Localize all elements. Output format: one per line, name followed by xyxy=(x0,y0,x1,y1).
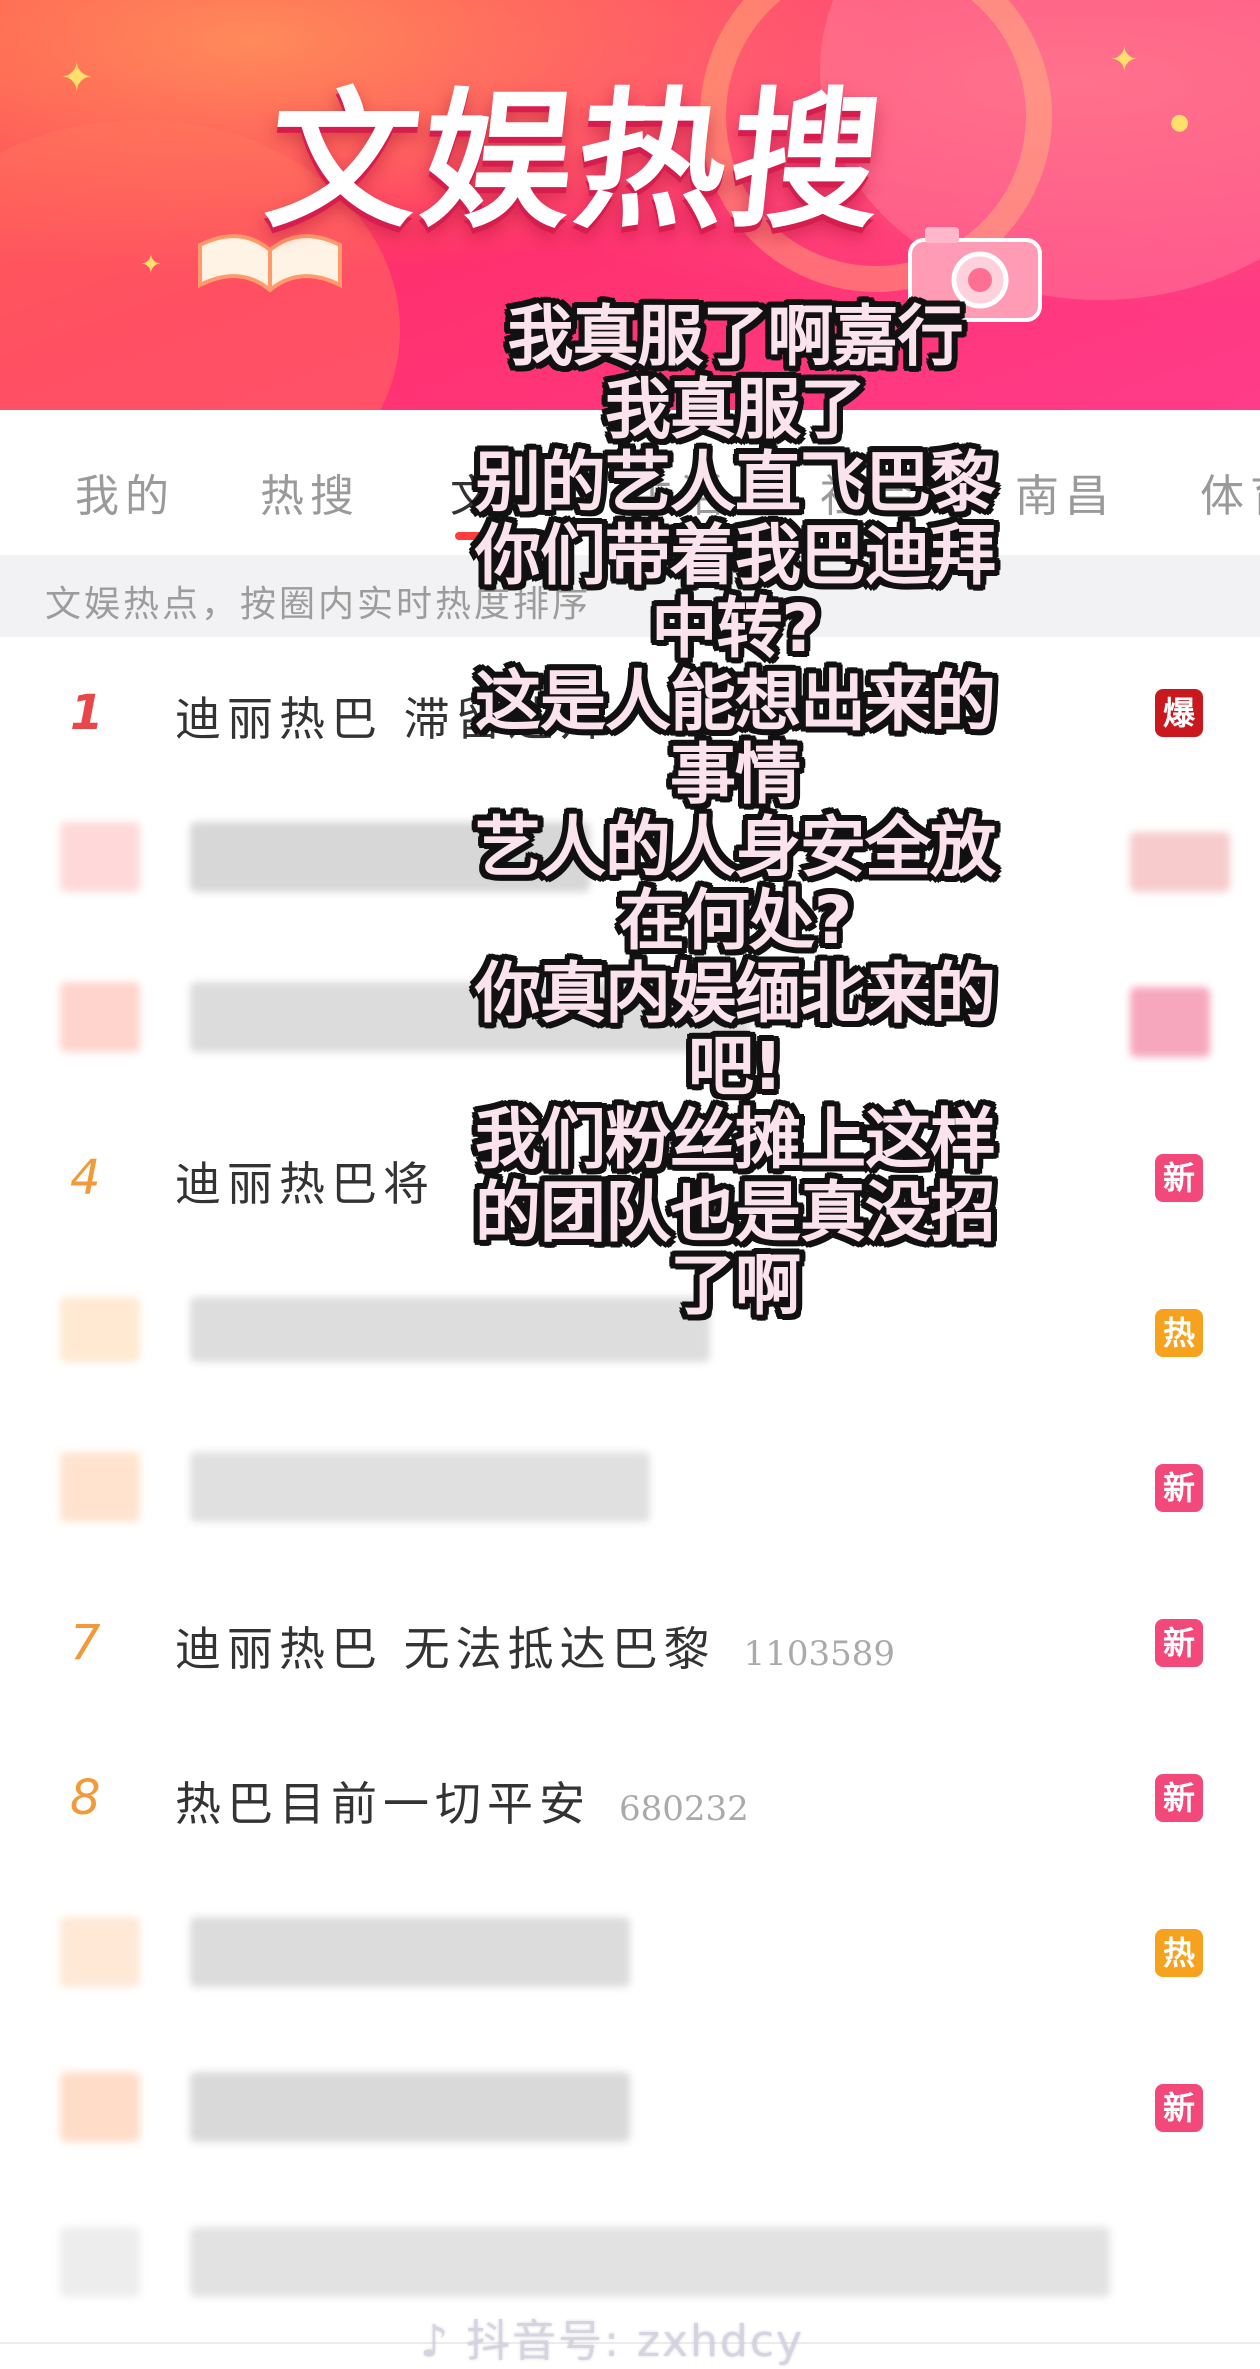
tiktok-logo-icon: ♪ xyxy=(420,2316,467,2367)
blurred-content xyxy=(1130,832,1230,892)
tab-mine[interactable]: 我的 xyxy=(75,460,175,524)
heat-count: 1103589 xyxy=(743,1634,896,1674)
new-badge: 新 xyxy=(1155,1619,1203,1667)
rank-number: 4 xyxy=(70,1150,101,1206)
caption-line: 这是人能想出来的 xyxy=(475,663,996,740)
caption-line: 别的艺人直飞巴黎 xyxy=(475,444,996,521)
tab-sports[interactable]: 体育 xyxy=(1200,460,1260,524)
banner-title: 文娱热搜 xyxy=(259,75,894,249)
caption-line: 我真服了啊嘉行 xyxy=(507,298,964,375)
blurred-content xyxy=(190,2072,630,2142)
blurred-content xyxy=(60,982,140,1052)
rank-number: 1 xyxy=(70,685,104,741)
caption-line: 我真服了 xyxy=(605,371,866,448)
hot-badge: 热 xyxy=(1155,1309,1203,1357)
blurred-content xyxy=(190,1452,650,1522)
blurred-content xyxy=(60,2227,140,2297)
blurred-content xyxy=(60,822,140,892)
list-item[interactable]: 热 xyxy=(0,1877,1260,2034)
list-item[interactable]: 7 迪丽热巴 无法抵达巴黎 1103589 新 xyxy=(0,1567,1260,1724)
caption-line: 在何处? xyxy=(618,882,852,959)
caption-line: 的团队也是真没招 xyxy=(475,1174,996,1251)
caption-line: 你们带着我巴迪拜 xyxy=(475,517,996,594)
new-badge: 新 xyxy=(1155,1774,1203,1822)
caption-line: 你真内娱缅北来的 xyxy=(475,955,996,1032)
sparkle-icon: ✦ xyxy=(140,250,162,280)
item-title: 热巴目前一切平安 680232 xyxy=(175,1777,749,1831)
item-title: 迪丽热巴 无法抵达巴黎 1103589 xyxy=(175,1622,896,1676)
blurred-content xyxy=(1130,987,1210,1057)
caption-line: 艺人的人身安全放 xyxy=(475,809,996,886)
caption-line: 我们粉丝摊上这样 xyxy=(475,1101,996,1178)
caption-line: 吧! xyxy=(687,1028,783,1105)
sparkle-icon: ● xyxy=(1170,110,1190,135)
tab-hot-search[interactable]: 热搜 xyxy=(260,460,360,524)
sparkle-icon: ✦ xyxy=(60,55,94,101)
blurred-content xyxy=(60,1917,140,1987)
rank-number: 7 xyxy=(70,1615,101,1671)
watermark: ♪ 抖音号: zxhdcy xyxy=(420,2316,805,2367)
list-item[interactable]: 新 xyxy=(0,2032,1260,2189)
blurred-content xyxy=(190,2227,1110,2297)
caption-line: 事情 xyxy=(670,736,801,813)
list-item[interactable]: 新 xyxy=(0,1412,1260,1569)
explode-badge: 爆 xyxy=(1155,689,1203,737)
new-badge: 新 xyxy=(1155,2084,1203,2132)
blurred-content xyxy=(60,1297,140,1362)
heat-count: 680232 xyxy=(619,1789,749,1829)
sparkle-icon: ✦ xyxy=(1110,40,1139,80)
new-badge: 新 xyxy=(1155,1464,1203,1512)
blurred-content xyxy=(60,2072,140,2142)
list-item[interactable]: 8 热巴目前一切平安 680232 新 xyxy=(0,1722,1260,1879)
rank-number: 8 xyxy=(70,1770,101,1826)
blurred-content xyxy=(60,1452,140,1522)
caption-line: 中转? xyxy=(651,590,819,667)
blurred-content xyxy=(190,1917,630,1987)
caption-line: 了啊 xyxy=(670,1247,801,1324)
overlay-caption: 我真服了啊嘉行 我真服了 别的艺人直飞巴黎 你们带着我巴迪拜 中转? 这是人能想… xyxy=(385,300,1085,1322)
hot-badge: 热 xyxy=(1155,1929,1203,1977)
new-badge: 新 xyxy=(1155,1154,1203,1202)
